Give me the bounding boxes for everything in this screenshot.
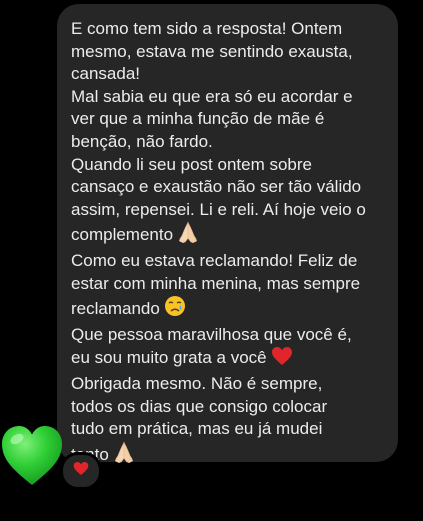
green-heart-icon[interactable] bbox=[0, 424, 64, 488]
message-line: reclamando bbox=[71, 295, 398, 324]
message-line: complemento bbox=[71, 221, 398, 250]
message-line: cansada! bbox=[71, 64, 140, 84]
message-line: Mal sabia eu que era só eu acordar e bbox=[71, 86, 353, 106]
message-line: mesmo, estava me sentindo exausta, bbox=[71, 41, 353, 61]
message-line: ver que a minha função de mãe é bbox=[71, 109, 325, 129]
message-line: Obrigada mesmo. Não é sempre, bbox=[71, 373, 323, 393]
reaction-badge[interactable] bbox=[60, 452, 102, 490]
message-line: todos os dias que consigo colocar bbox=[71, 396, 328, 416]
message-bubble[interactable]: E como tem sido a resposta! Ontem mesmo,… bbox=[57, 4, 398, 464]
message-line: eu sou muito grata a você bbox=[71, 346, 398, 373]
red-heart-icon bbox=[73, 461, 89, 481]
praying-hands-emoji bbox=[177, 221, 199, 250]
message-text: complemento bbox=[71, 225, 174, 245]
message-line: benção, não fardo. bbox=[71, 131, 213, 151]
message-line: assim, repensei. Li e reli. Aí hoje veio… bbox=[71, 199, 366, 219]
message-line: tudo em prática, mas eu já mudei bbox=[71, 419, 323, 439]
message-text: reclamando bbox=[71, 299, 160, 319]
red-heart-emoji bbox=[271, 346, 293, 373]
message-line: Que pessoa maravilhosa que você é, bbox=[71, 324, 352, 344]
message-text: eu sou muito grata a você bbox=[71, 348, 267, 368]
message-line: estar com minha menina, mas sempre bbox=[71, 273, 361, 293]
message-line: cansaço e exaustão não ser tão válido bbox=[71, 177, 362, 197]
message-line: Como eu estava reclamando! Feliz de bbox=[71, 250, 358, 270]
message-line: Quando li seu post ontem sobre bbox=[71, 154, 312, 174]
praying-hands-emoji bbox=[113, 441, 135, 470]
crying-face-emoji bbox=[164, 295, 186, 324]
message-line: E como tem sido a resposta! Ontem bbox=[71, 19, 343, 38]
message-line: tanto bbox=[71, 441, 398, 470]
